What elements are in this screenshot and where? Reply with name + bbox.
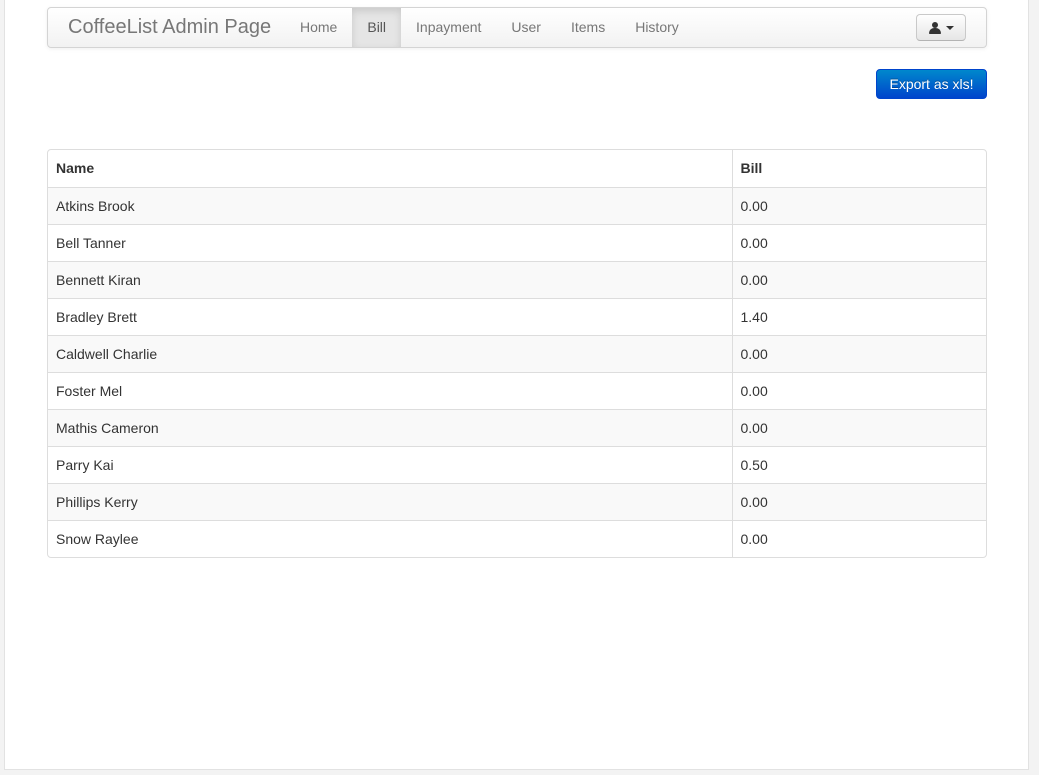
table-row: Phillips Kerry 0.00 (48, 482, 986, 520)
table-row: Caldwell Charlie 0.00 (48, 334, 986, 372)
table-row: Snow Raylee 0.00 (48, 519, 986, 557)
cell-name: Mathis Cameron (48, 408, 732, 446)
cell-bill: 0.00 (731, 519, 986, 557)
cell-name: Caldwell Charlie (48, 334, 732, 372)
export-xls-button[interactable]: Export as xls! (876, 69, 987, 99)
cell-name: Bennett Kiran (48, 260, 732, 298)
nav-item-items[interactable]: Items (556, 8, 620, 47)
column-header-name: Name (56, 160, 95, 177)
cell-bill: 0.00 (731, 334, 986, 372)
brand-title[interactable]: CoffeeList Admin Page (68, 8, 271, 47)
nav-item-history[interactable]: History (620, 8, 694, 47)
nav-item-bill[interactable]: Bill (352, 8, 402, 47)
nav-item-user[interactable]: User (496, 8, 556, 47)
navbar: CoffeeList Admin Page Home Bill Inpaymen… (47, 7, 987, 48)
page-container: CoffeeList Admin Page Home Bill Inpaymen… (4, 0, 1029, 770)
table-row: Parry Kai 0.50 (48, 445, 986, 483)
cell-bill: 0.00 (731, 408, 986, 446)
table-row: Mathis Cameron 0.00 (48, 408, 986, 446)
cell-bill: 0.50 (731, 445, 986, 483)
cell-name: Bell Tanner (48, 223, 732, 261)
table-row: Foster Mel 0.00 (48, 371, 986, 409)
user-menu-button[interactable] (916, 14, 966, 41)
table-row: Bradley Brett 1.40 (48, 297, 986, 335)
user-icon (928, 21, 941, 34)
bill-table: Name Bill Atkins Brook 0.00 Bell Tanner … (47, 149, 987, 558)
cell-bill: 0.00 (731, 186, 986, 224)
nav-item-inpayment[interactable]: Inpayment (401, 8, 496, 47)
table-row: Bell Tanner 0.00 (48, 223, 986, 261)
cell-bill: 0.00 (731, 260, 986, 298)
cell-bill: 0.00 (731, 223, 986, 261)
table-header-row: Name Bill (48, 150, 986, 187)
cell-name: Foster Mel (48, 371, 732, 409)
nav-menu: Home Bill Inpayment User Items History (285, 8, 694, 47)
column-header-bill: Bill (731, 150, 986, 187)
nav-item-home[interactable]: Home (285, 8, 352, 47)
caret-down-icon (945, 25, 954, 30)
table-row: Bennett Kiran 0.00 (48, 260, 986, 298)
cell-name: Parry Kai (48, 445, 732, 483)
table-row: Atkins Brook 0.00 (48, 186, 986, 224)
cell-bill: 1.40 (731, 297, 986, 335)
cell-bill: 0.00 (731, 482, 986, 520)
cell-name: Snow Raylee (48, 519, 732, 557)
cell-bill: 0.00 (731, 371, 986, 409)
cell-name: Phillips Kerry (48, 482, 732, 520)
cell-name: Bradley Brett (48, 297, 732, 335)
cell-name: Atkins Brook (48, 186, 732, 224)
